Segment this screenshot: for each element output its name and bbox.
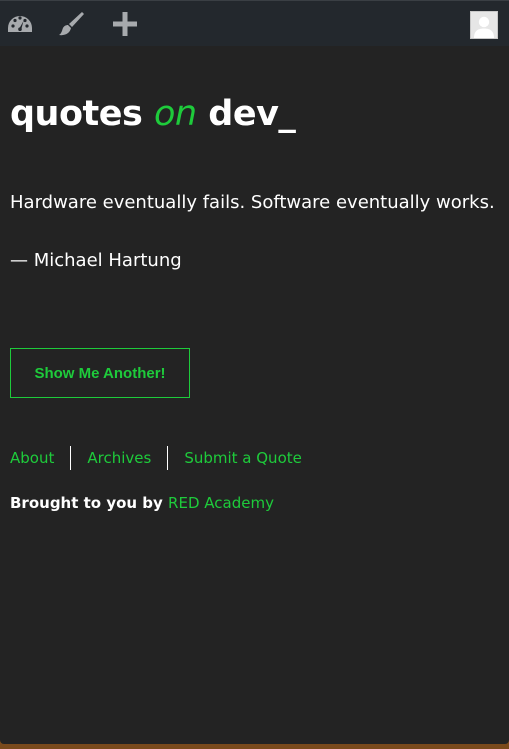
site-title[interactable]: quotes on dev_ <box>10 88 296 140</box>
site-title-quotes: quotes <box>10 94 155 134</box>
show-another-button[interactable]: Show Me Another! <box>10 348 190 398</box>
footer-link-archives[interactable]: Archives <box>87 446 151 470</box>
nav-divider <box>70 446 72 470</box>
footer-link-submit[interactable]: Submit a Quote <box>184 446 302 470</box>
red-academy-link[interactable]: RED Academy <box>168 494 274 512</box>
customize-brush-icon[interactable] <box>57 10 85 38</box>
footer-credit: Brought to you by RED Academy <box>10 491 274 515</box>
footer-link-about[interactable]: About <box>10 446 54 470</box>
nav-divider <box>167 446 169 470</box>
credit-text: Brought to you by <box>10 494 169 512</box>
footer-nav: About Archives Submit a Quote <box>10 446 302 470</box>
site-title-on: on <box>154 94 197 134</box>
site-title-dev: dev_ <box>196 94 296 134</box>
admin-toolbar <box>0 0 509 46</box>
browser-window: quotes on dev_ Hardware eventually fails… <box>0 0 509 744</box>
add-new-icon[interactable] <box>111 10 139 38</box>
dashboard-icon[interactable] <box>6 10 34 38</box>
quote-author: — Michael Hartung <box>10 250 182 271</box>
user-avatar-icon[interactable] <box>470 11 498 39</box>
quote-text: Hardware eventually fails. Software even… <box>10 192 495 213</box>
